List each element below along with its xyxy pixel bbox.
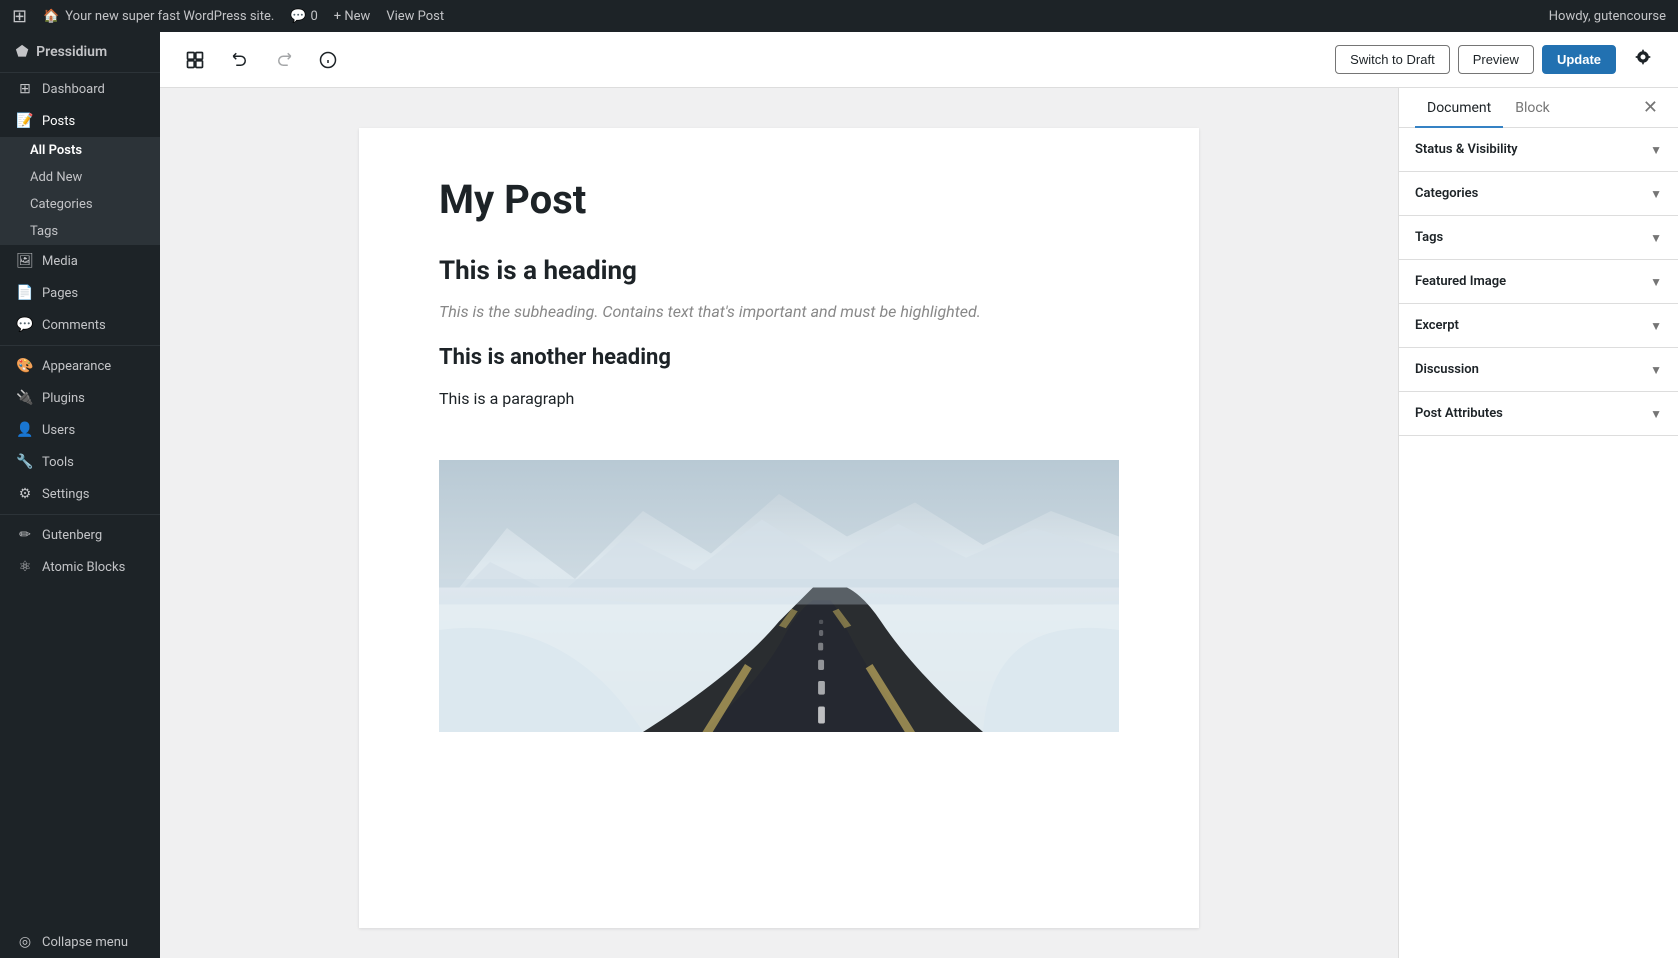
panel-section-categories: Categories ▼ bbox=[1399, 172, 1678, 216]
panel-section-header-discussion[interactable]: Discussion ▼ bbox=[1399, 348, 1678, 391]
panel-section-status-visibility: Status & Visibility ▼ bbox=[1399, 128, 1678, 172]
panel-tabs: Document Block ✕ bbox=[1399, 88, 1678, 128]
chevron-down-icon: ▼ bbox=[1650, 231, 1662, 245]
settings-icon: ⚙ bbox=[16, 486, 34, 502]
block-heading-1[interactable]: This is a heading bbox=[439, 256, 1119, 286]
sidebar-item-plugins[interactable]: 🔌 Plugins bbox=[0, 382, 160, 414]
chevron-down-icon: ▼ bbox=[1650, 363, 1662, 377]
sidebar-subitem-categories[interactable]: Categories bbox=[0, 191, 160, 218]
panel-section-header-categories[interactable]: Categories ▼ bbox=[1399, 172, 1678, 215]
switch-to-draft-button[interactable]: Switch to Draft bbox=[1335, 45, 1450, 74]
panel-content: Status & Visibility ▼ Categories ▼ bbox=[1399, 128, 1678, 958]
appearance-icon: 🎨 bbox=[16, 358, 34, 374]
panel-section-post-attributes: Post Attributes ▼ bbox=[1399, 392, 1678, 436]
panel-section-header-post-attributes[interactable]: Post Attributes ▼ bbox=[1399, 392, 1678, 435]
tab-document[interactable]: Document bbox=[1415, 88, 1503, 128]
sidebar-item-comments[interactable]: 💬 Comments bbox=[0, 309, 160, 341]
plugins-icon: 🔌 bbox=[16, 390, 34, 406]
sidebar-item-media[interactable]: 🖼 Media bbox=[0, 245, 160, 277]
block-subheading[interactable]: This is the subheading. Contains text th… bbox=[439, 302, 1119, 321]
chevron-down-icon: ▼ bbox=[1650, 275, 1662, 289]
sidebar-item-users[interactable]: 👤 Users bbox=[0, 414, 160, 446]
preview-button[interactable]: Preview bbox=[1458, 45, 1534, 74]
sidebar-item-appearance[interactable]: 🎨 Appearance bbox=[0, 350, 160, 382]
sidebar: ⬟ Pressidium ⊞ Dashboard 📝 Posts All Pos… bbox=[0, 32, 160, 958]
block-paragraph[interactable]: This is a paragraph bbox=[439, 386, 1119, 412]
chevron-down-icon: ▼ bbox=[1650, 143, 1662, 157]
panel-section-tags: Tags ▼ bbox=[1399, 216, 1678, 260]
tab-block[interactable]: Block bbox=[1503, 88, 1562, 128]
redo-button[interactable] bbox=[266, 44, 302, 76]
brand-icon: ⬟ bbox=[16, 44, 28, 60]
atomic-blocks-icon: ⚛ bbox=[16, 559, 34, 575]
block-heading-2[interactable]: This is another heading bbox=[439, 345, 1119, 370]
new-link[interactable]: + New bbox=[334, 9, 371, 24]
sidebar-item-dashboard[interactable]: ⊞ Dashboard bbox=[0, 73, 160, 105]
chevron-down-icon: ▼ bbox=[1650, 187, 1662, 201]
info-button[interactable] bbox=[310, 44, 346, 76]
posts-icon: 📝 bbox=[16, 113, 34, 129]
admin-bar: ⊞ 🏠 Your new super fast WordPress site. … bbox=[0, 0, 1678, 32]
panel-section-featured-image: Featured Image ▼ bbox=[1399, 260, 1678, 304]
sidebar-item-tools[interactable]: 🔧 Tools bbox=[0, 446, 160, 478]
undo-button[interactable] bbox=[222, 44, 258, 76]
tools-icon: 🔧 bbox=[16, 454, 34, 470]
view-post-link[interactable]: View Post bbox=[386, 9, 444, 24]
chevron-down-icon: ▼ bbox=[1650, 407, 1662, 421]
howdy-text[interactable]: Howdy, gutencourse bbox=[1549, 9, 1666, 24]
sidebar-brand[interactable]: ⬟ Pressidium bbox=[0, 32, 160, 73]
sidebar-item-atomic-blocks[interactable]: ⚛ Atomic Blocks bbox=[0, 551, 160, 583]
sidebar-item-settings[interactable]: ⚙ Settings bbox=[0, 478, 160, 510]
media-icon: 🖼 bbox=[16, 253, 34, 269]
sidebar-subitem-add-new[interactable]: Add New bbox=[0, 164, 160, 191]
comments-sidebar-icon: 💬 bbox=[16, 317, 34, 333]
add-block-button[interactable] bbox=[176, 43, 214, 77]
collapse-icon: ◎ bbox=[16, 934, 34, 950]
panel-section-header-tags[interactable]: Tags ▼ bbox=[1399, 216, 1678, 259]
comments-icon: 💬 bbox=[290, 9, 306, 24]
editor-settings-button[interactable] bbox=[1624, 40, 1662, 79]
sidebar-item-posts[interactable]: 📝 Posts bbox=[0, 105, 160, 137]
sidebar-subitem-all-posts[interactable]: All Posts bbox=[0, 137, 160, 164]
wp-logo-icon[interactable]: ⊞ bbox=[12, 6, 27, 27]
block-image[interactable] bbox=[439, 436, 1119, 756]
users-icon: 👤 bbox=[16, 422, 34, 438]
editor-toolbar: Switch to Draft Preview Update bbox=[160, 32, 1678, 88]
comments-link[interactable]: 💬 0 bbox=[290, 9, 318, 24]
sidebar-collapse-menu[interactable]: ◎ Collapse menu bbox=[0, 926, 160, 958]
panel-section-header-status-visibility[interactable]: Status & Visibility ▼ bbox=[1399, 128, 1678, 171]
update-button[interactable]: Update bbox=[1542, 45, 1616, 74]
editor-content-area: My Post This is a heading This is the su… bbox=[160, 88, 1398, 958]
sidebar-subitem-tags[interactable]: Tags bbox=[0, 218, 160, 245]
dashboard-icon: ⊞ bbox=[16, 81, 34, 97]
sidebar-item-pages[interactable]: 📄 Pages bbox=[0, 277, 160, 309]
site-name[interactable]: 🏠 Your new super fast WordPress site. bbox=[43, 9, 274, 24]
chevron-down-icon: ▼ bbox=[1650, 319, 1662, 333]
post-title[interactable]: My Post bbox=[439, 176, 1119, 224]
panel-section-discussion: Discussion ▼ bbox=[1399, 348, 1678, 392]
sidebar-item-gutenberg[interactable]: ✏ Gutenberg bbox=[0, 519, 160, 551]
panel-section-excerpt: Excerpt ▼ bbox=[1399, 304, 1678, 348]
panel-section-header-excerpt[interactable]: Excerpt ▼ bbox=[1399, 304, 1678, 347]
gutenberg-icon: ✏ bbox=[16, 527, 34, 543]
pages-icon: 📄 bbox=[16, 285, 34, 301]
panel-close-button[interactable]: ✕ bbox=[1639, 93, 1662, 122]
right-panel: Document Block ✕ Status & Visibility ▼ bbox=[1398, 88, 1678, 958]
panel-section-header-featured-image[interactable]: Featured Image ▼ bbox=[1399, 260, 1678, 303]
site-home-icon: 🏠 bbox=[43, 9, 59, 24]
post-editor[interactable]: My Post This is a heading This is the su… bbox=[359, 128, 1199, 928]
